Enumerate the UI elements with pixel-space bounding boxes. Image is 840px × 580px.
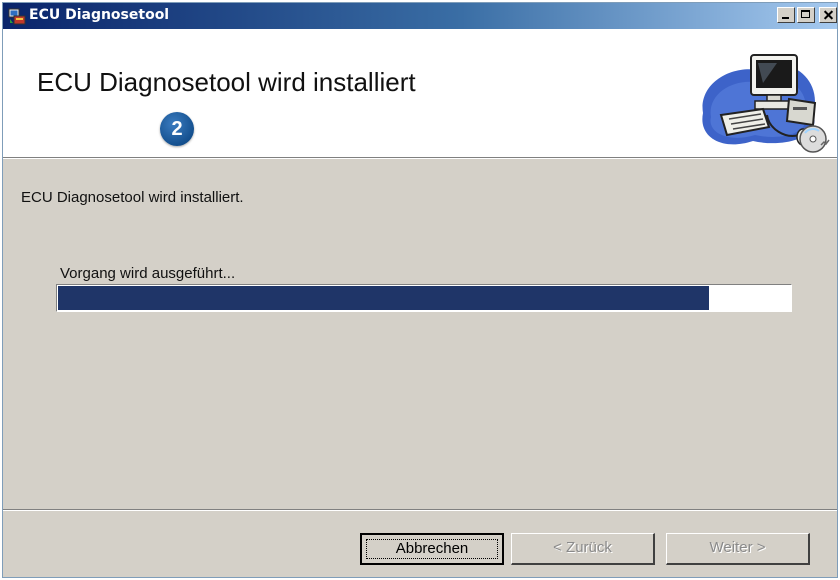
header-banner: ECU Diagnosetool wird installiert 2	[3, 29, 837, 159]
cancel-button-label: Abbrechen	[395, 540, 469, 557]
maximize-icon[interactable]	[797, 7, 815, 23]
status-text: ECU Diagnosetool wird installiert.	[21, 189, 244, 206]
window-title: ECU Diagnosetool	[29, 7, 170, 23]
progress-label: Vorgang wird ausgeführt...	[60, 265, 236, 282]
title-bar[interactable]: ECU Diagnosetool	[3, 3, 837, 29]
cancel-button[interactable]: Abbrechen	[360, 533, 504, 565]
installer-window: ECU Diagnosetool ECU Diagnosetool wird i…	[2, 2, 838, 578]
footer-separator	[3, 509, 837, 511]
progress-bar-fill	[58, 286, 709, 310]
computer-setup-icon	[702, 54, 830, 153]
step-badge: 2	[160, 112, 194, 146]
progress-bar	[56, 284, 792, 312]
minimize-icon[interactable]	[777, 7, 795, 23]
page-title: ECU Diagnosetool wird installiert	[37, 67, 416, 97]
close-icon[interactable]	[819, 7, 837, 23]
back-button[interactable]: < Zurück	[511, 533, 655, 565]
next-button[interactable]: Weiter >	[666, 533, 810, 565]
installer-icon	[8, 8, 26, 25]
